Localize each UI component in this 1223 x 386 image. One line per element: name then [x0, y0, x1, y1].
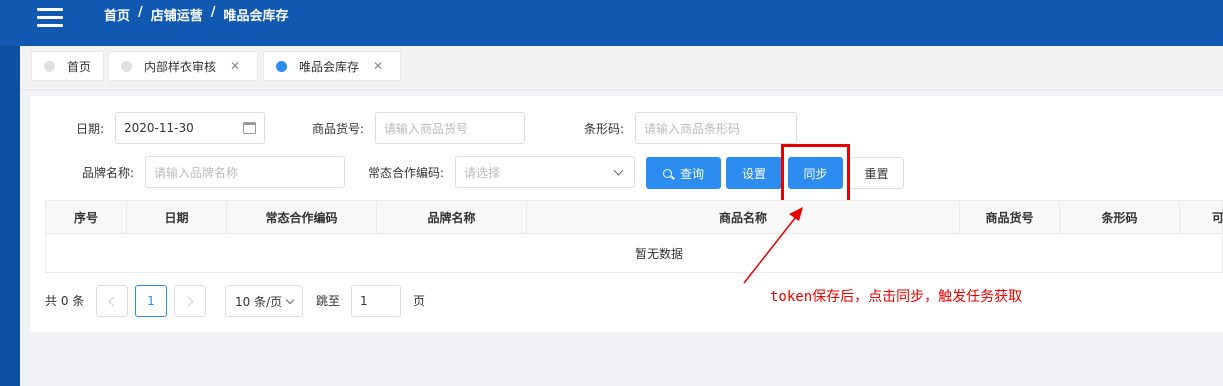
annotation-arrow-line — [743, 212, 800, 284]
annotation-arrow — [743, 207, 803, 284]
annotation-text: token保存后，点击同步，触发任务获取 — [770, 289, 1023, 305]
annotation-arrow-head — [789, 207, 803, 221]
